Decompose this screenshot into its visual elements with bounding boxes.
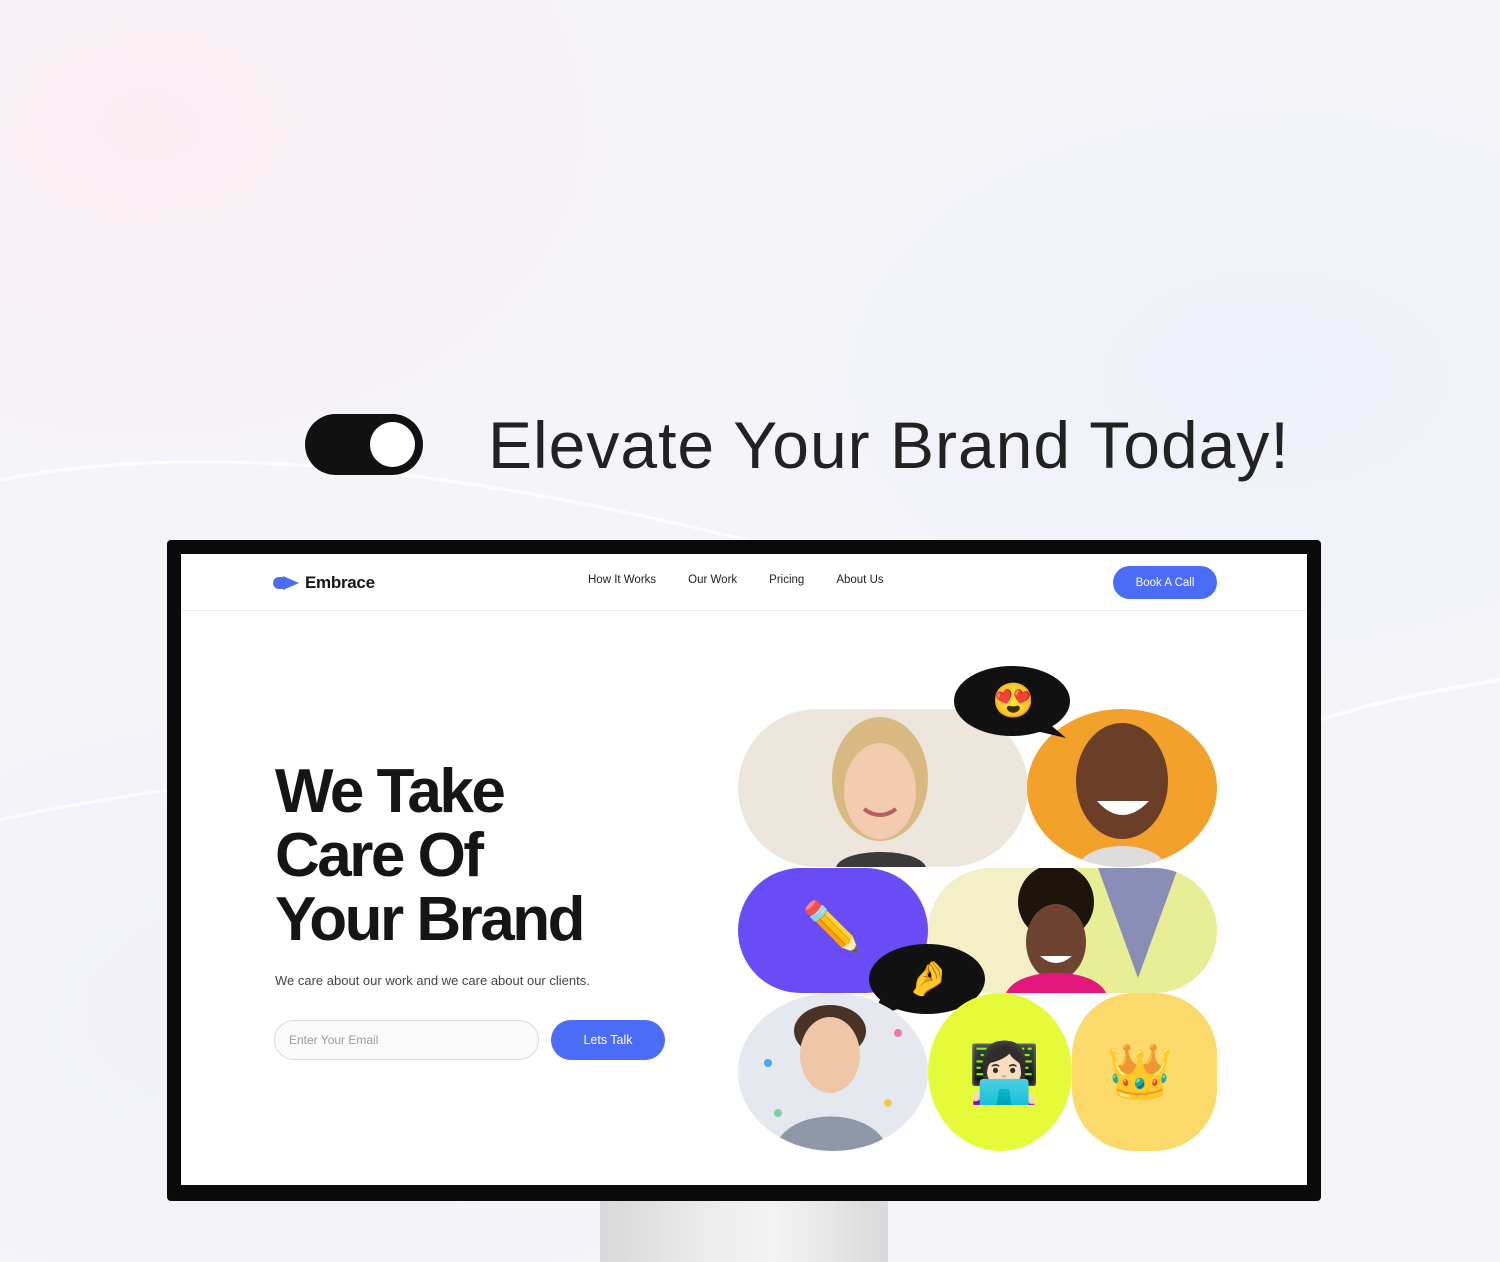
hero-title-line-1: We Take <box>275 757 506 826</box>
book-a-call-button[interactable]: Book A Call <box>1113 566 1217 599</box>
heart-eyes-icon: 😍 <box>992 682 1035 720</box>
email-input[interactable] <box>274 1020 539 1060</box>
website-screen: Embrace How It Works Our Work Pricing Ab… <box>181 554 1307 1185</box>
pencil-icon: ✏️ <box>802 901 862 954</box>
chat-bubble-heart-eyes: 😍 <box>954 666 1072 740</box>
hero-title: We Take Care Of Your Brand <box>275 760 695 952</box>
nav-our-work[interactable]: Our Work <box>688 574 737 586</box>
brand-name: Embrace <box>305 573 375 592</box>
hero-subtitle: We care about our work and we care about… <box>275 973 590 988</box>
lets-talk-button[interactable]: Lets Talk <box>551 1020 665 1060</box>
hero-title-line-2: Care Of <box>275 821 484 890</box>
monitor-stand <box>600 1198 888 1262</box>
tile-lime-technologist: 👩🏻‍💻 <box>928 993 1072 1151</box>
monitor-frame: Embrace How It Works Our Work Pricing Ab… <box>167 540 1321 1201</box>
crown-icon: 👑 <box>1106 1042 1174 1102</box>
tile-yellow-crown: 👑 <box>1072 993 1217 1151</box>
nav-about-us[interactable]: About Us <box>836 574 883 586</box>
promo-headline: Elevate Your Brand Today! <box>488 408 1290 482</box>
nav-how-it-works[interactable]: How It Works <box>588 574 656 586</box>
toggle-switch[interactable] <box>305 414 423 475</box>
woman-technologist-icon: 👩🏻‍💻 <box>968 1041 1041 1106</box>
logo-mark-icon <box>273 576 303 590</box>
toggle-knob <box>370 422 415 467</box>
hero-title-line-3: Your Brand <box>275 885 585 954</box>
main-nav: How It Works Our Work Pricing About Us <box>588 574 884 586</box>
brand-logo[interactable]: Embrace <box>273 571 375 595</box>
nav-pricing[interactable]: Pricing <box>769 574 804 586</box>
site-navbar: Embrace How It Works Our Work Pricing Ab… <box>181 554 1307 611</box>
pinched-fingers-icon: 🤌 <box>907 960 950 998</box>
photo-young-man <box>738 993 928 1151</box>
